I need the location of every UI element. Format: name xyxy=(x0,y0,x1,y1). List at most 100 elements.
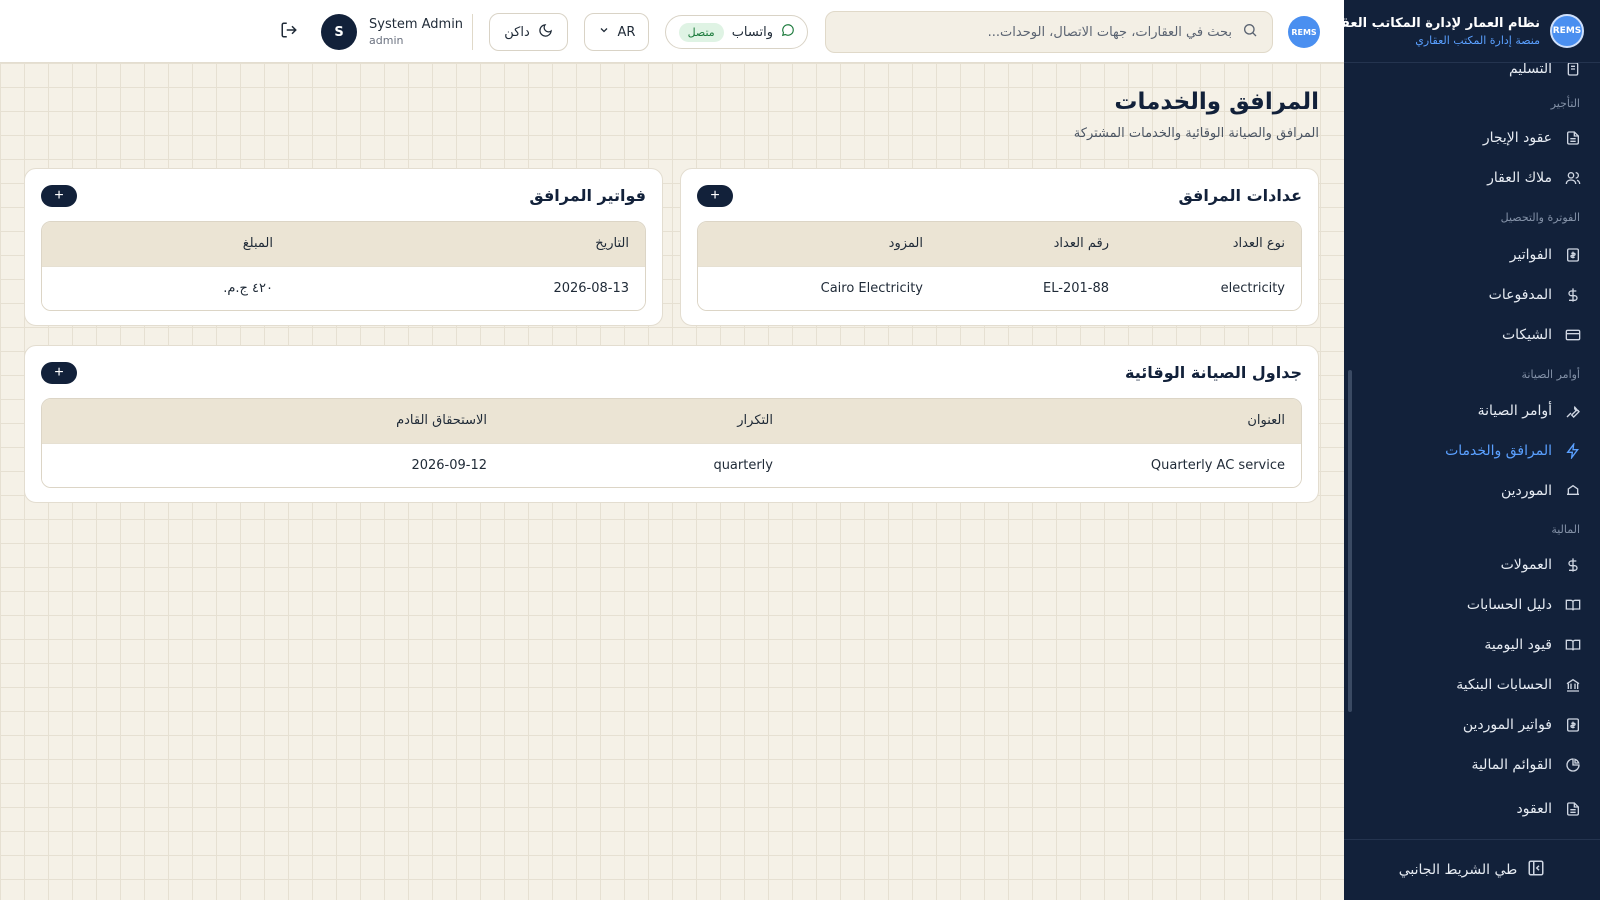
user-menu[interactable]: S System Admin admin xyxy=(321,14,463,50)
schedule-frequency: quarterly xyxy=(713,458,773,473)
brand-title: نظام العمار لإدارة المكاتب العقارية xyxy=(1315,15,1540,31)
sidebar-item-label: الموردين xyxy=(1500,483,1552,499)
language-label: AR xyxy=(617,24,636,40)
user-role: admin xyxy=(369,34,404,47)
sidebar-item-payments[interactable]: المدفوعات xyxy=(1344,275,1600,315)
column-header: المزود xyxy=(888,236,923,251)
brand: نظام العمار لإدارة المكاتب العقارية منصة… xyxy=(1316,16,1540,47)
collapse-icon xyxy=(1527,859,1545,881)
sidebar-item-chart-of-accounts[interactable]: دليل الحسابات xyxy=(1344,585,1600,625)
sidebar-item-work-orders[interactable]: أوامر الصيانة xyxy=(1344,391,1600,431)
sidebar-item-label: المرافق والخدمات xyxy=(1445,443,1552,459)
book-icon xyxy=(1564,636,1582,654)
pie-icon xyxy=(1564,756,1582,774)
sidebar-item-label: فواتير الموردين xyxy=(1462,717,1552,733)
language-select[interactable]: AR xyxy=(584,13,649,51)
meters-table: نوع العداد رقم العداد المزود electricity… xyxy=(697,221,1302,311)
topbar-divider xyxy=(472,14,473,50)
whatsapp-icon xyxy=(781,23,795,41)
collapse-sidebar-button[interactable]: طي الشريط الجانبي xyxy=(1344,839,1600,900)
dollar-icon xyxy=(1564,286,1582,304)
user-name: System Admin xyxy=(369,17,464,32)
column-header: التكرار xyxy=(737,413,773,428)
sidebar-item-journal[interactable]: قيود اليومية xyxy=(1344,625,1600,665)
sidebar-item-label: المدفوعات xyxy=(1488,287,1552,303)
sidebar-section-leasing: التأجير xyxy=(1550,97,1580,110)
collapse-label: طي الشريط الجانبي xyxy=(1398,862,1518,878)
add-schedule-button[interactable]: + xyxy=(41,362,77,384)
page-subtitle: المرافق والصيانة الوقائية والخدمات المشت… xyxy=(1073,126,1319,141)
column-header: العنوان xyxy=(1247,413,1285,428)
sidebar-item-contracts[interactable]: العقود xyxy=(1344,789,1600,829)
utility-meters-card: عدادات المرافق + نوع العداد رقم العداد ا… xyxy=(680,168,1319,326)
topbar-logo[interactable]: REMS xyxy=(1288,16,1320,48)
chevron-down-icon xyxy=(598,24,610,40)
sidebar-item-label: العقود xyxy=(1516,801,1552,817)
schedule-next-due: 2026-09-12 xyxy=(411,458,487,473)
schedule-title: Quarterly AC service xyxy=(1150,458,1285,473)
sidebar-item-label: ملاك العقار xyxy=(1487,170,1552,186)
file-icon xyxy=(1564,129,1582,147)
sidebar-item-label: القوائم المالية xyxy=(1471,757,1552,773)
preventive-maintenance-card: جداول الصيانة الوقائية + العنوان التكرار… xyxy=(24,345,1319,503)
wrench-icon xyxy=(1564,402,1582,420)
search-input[interactable] xyxy=(840,24,1232,40)
meter-number: EL-201-88 xyxy=(1043,281,1109,296)
topbar: REMS واتساب متصل AR داكن S System Admin … xyxy=(0,0,1344,63)
brand-subtitle: منصة إدارة المكتب العقاري xyxy=(1415,33,1540,47)
add-bill-button[interactable]: + xyxy=(41,185,77,207)
bills-table: التاريخ المبلغ 2026-08-13 ٤٢٠ ج.م. xyxy=(41,221,646,311)
card-icon xyxy=(1564,326,1582,344)
sidebar-item-owners[interactable]: ملاك العقار xyxy=(1344,158,1600,198)
table-header: التاريخ المبلغ xyxy=(42,222,645,266)
app-logo[interactable]: REMS xyxy=(1550,14,1584,48)
schedules-table: العنوان التكرار الاستحقاق القادم Quarter… xyxy=(41,398,1302,488)
sidebar-item-financial-statements[interactable]: القوائم المالية xyxy=(1344,745,1600,785)
avatar: S xyxy=(321,14,357,50)
utility-bills-card: فواتير المرافق + التاريخ المبلغ 2026-08-… xyxy=(24,168,663,326)
sidebar-scrollbar[interactable] xyxy=(1348,370,1352,712)
sidebar-item-cheques[interactable]: الشيكات xyxy=(1344,315,1600,355)
column-header: الاستحقاق القادم xyxy=(396,413,487,428)
sidebar-item-utilities[interactable]: المرافق والخدمات xyxy=(1344,431,1600,471)
theme-label: داكن xyxy=(504,24,530,40)
column-header: التاريخ xyxy=(595,236,629,251)
sidebar-item-invoices[interactable]: الفواتير xyxy=(1344,235,1600,275)
bill-date: 2026-08-13 xyxy=(553,281,629,296)
sidebar: REMS نظام العمار لإدارة المكاتب العقارية… xyxy=(1316,0,1600,900)
card-title: جداول الصيانة الوقائية xyxy=(1125,363,1302,382)
global-search[interactable] xyxy=(825,11,1273,53)
table-header: العنوان التكرار الاستحقاق القادم xyxy=(42,399,1301,443)
sidebar-item-vendor-bills[interactable]: فواتير الموردين xyxy=(1344,705,1600,745)
sidebar-item-leases[interactable]: عقود الإيجار xyxy=(1344,118,1600,158)
sidebar-item-label: العمولات xyxy=(1500,557,1552,573)
handover-icon xyxy=(1564,63,1582,78)
sidebar-nav: التسليم التأجير عقود الإيجار ملاك العقار… xyxy=(1344,63,1600,839)
table-row[interactable]: 2026-08-13 ٤٢٠ ج.م. xyxy=(42,266,645,310)
bank-icon xyxy=(1564,676,1582,694)
status-badge: متصل xyxy=(678,22,724,42)
book-icon xyxy=(1564,596,1582,614)
theme-toggle-button[interactable]: داكن xyxy=(489,13,568,51)
card-title: عدادات المرافق xyxy=(1178,186,1302,205)
logout-icon xyxy=(280,21,298,43)
invoice-icon xyxy=(1564,716,1582,734)
sidebar-item-bank-accounts[interactable]: الحسابات البنكية xyxy=(1344,665,1600,705)
logout-button[interactable] xyxy=(279,22,299,42)
column-header: المبلغ xyxy=(242,236,273,251)
bill-amount: ٤٢٠ ج.م. xyxy=(223,281,273,296)
sidebar-header: REMS نظام العمار لإدارة المكاتب العقارية… xyxy=(1316,0,1600,63)
sidebar-item-label: الحسابات البنكية xyxy=(1456,677,1552,693)
meter-type: electricity xyxy=(1220,281,1285,296)
table-row[interactable]: electricity EL-201-88 Cairo Electricity xyxy=(698,266,1301,310)
add-meter-button[interactable]: + xyxy=(697,185,733,207)
column-header: نوع العداد xyxy=(1232,236,1285,251)
sidebar-item-label: الشيكات xyxy=(1501,327,1552,343)
table-header: نوع العداد رقم العداد المزود xyxy=(698,222,1301,266)
sidebar-item-commissions[interactable]: العمولات xyxy=(1344,545,1600,585)
sidebar-item-vendors[interactable]: الموردين xyxy=(1344,471,1600,511)
sidebar-item-handover[interactable]: التسليم xyxy=(1344,63,1600,89)
whatsapp-status[interactable]: واتساب متصل xyxy=(665,15,808,49)
table-row[interactable]: Quarterly AC service quarterly 2026-09-1… xyxy=(42,443,1301,487)
main-content: المرافق والخدمات المرافق والصيانة الوقائ… xyxy=(0,63,1344,900)
